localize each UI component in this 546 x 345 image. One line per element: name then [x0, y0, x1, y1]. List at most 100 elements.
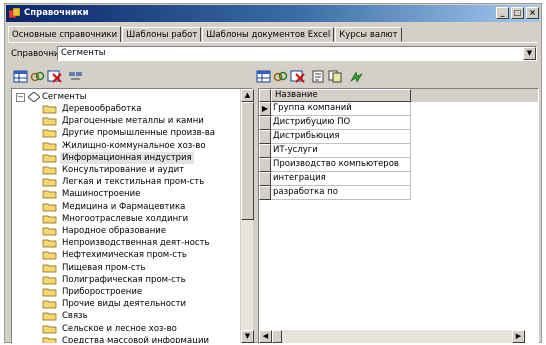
- link-icon[interactable]: [30, 70, 45, 83]
- tree-item[interactable]: Сельское и лесное хоз-во: [42, 323, 242, 335]
- grid-icon[interactable]: [13, 70, 28, 83]
- tree-item[interactable]: Консультирование и аудит: [42, 164, 242, 176]
- grid-icon[interactable]: [256, 70, 271, 83]
- delete-icon[interactable]: [47, 70, 62, 83]
- table-row[interactable]: Дистрибуцию ПО: [259, 116, 538, 130]
- maximize-button[interactable]: □: [511, 7, 524, 19]
- folder-icon: [42, 105, 57, 114]
- header-indicator: [259, 89, 271, 102]
- grid-header: Название: [259, 89, 538, 102]
- table-cell[interactable]: интеграция: [271, 172, 411, 186]
- tree-item[interactable]: Драгоценные металлы и камни: [42, 115, 242, 127]
- folder-icon: [42, 154, 57, 163]
- tree-item-label: Деревообработка: [62, 104, 142, 114]
- scroll-down-button[interactable]: ▼: [241, 330, 254, 343]
- table-row[interactable]: Производство компьютеров: [259, 158, 538, 172]
- folder-icon: [42, 215, 57, 224]
- folder-icon: [42, 191, 57, 199]
- table-row[interactable]: интеграция: [259, 172, 538, 186]
- chevron-down-icon[interactable]: ▼: [523, 47, 536, 60]
- tree-item[interactable]: Другие промышленные произв-ва: [42, 127, 242, 139]
- folder-icon: [42, 313, 57, 321]
- tree-root[interactable]: − Сегменты: [16, 91, 236, 103]
- tree-item[interactable]: Пищевая пром-сть: [42, 262, 242, 274]
- table-cell[interactable]: ИТ-услуги: [271, 144, 411, 158]
- hscroll-thumb[interactable]: [272, 330, 282, 343]
- row-indicator: [259, 144, 271, 158]
- table-row[interactable]: разработка по: [259, 186, 538, 200]
- copy-icon[interactable]: [328, 70, 343, 83]
- folder-icon: [42, 117, 57, 126]
- tree-scrollbar[interactable]: ▲ ▼: [240, 89, 254, 343]
- tree-item[interactable]: Жилищно-коммунальное хоз-во: [42, 140, 242, 152]
- folder-icon: [42, 288, 57, 297]
- folder-icon: [42, 166, 57, 175]
- scroll-right-button[interactable]: ▶: [512, 330, 525, 343]
- folder-icon: [42, 203, 57, 211]
- tree-item[interactable]: Связь: [42, 310, 242, 322]
- scroll-thumb[interactable]: [241, 102, 254, 220]
- tree-item[interactable]: Деревообработка: [42, 103, 242, 115]
- tree-item-label: Драгоценные металлы и камни: [62, 116, 204, 127]
- tree-item-label: Связь: [62, 311, 88, 322]
- reference-books-window: Справочники _ □ × Основные справочники Ша…: [4, 3, 542, 344]
- window-title: Справочники: [24, 8, 89, 18]
- tab-bar: Основные справочники Шаблоны работ Шаблоны…: [8, 25, 403, 43]
- tree-item-label: Приборостроение: [62, 287, 143, 297]
- tree-item[interactable]: Прочие виды деятельности: [42, 298, 242, 310]
- title-bar[interactable]: Справочники _ □ ×: [6, 5, 540, 22]
- tree-item[interactable]: Приборостроение: [42, 286, 242, 298]
- table-cell[interactable]: Производство компьютеров: [271, 158, 411, 172]
- tree-item-label: Нефтехимическая пром-сть: [62, 250, 187, 261]
- folder-icon: [42, 300, 57, 309]
- folder-icon: [42, 142, 57, 150]
- tab-excel-templates[interactable]: Шаблоны документов Excel: [202, 27, 335, 42]
- table-cell[interactable]: Дистрибуцию ПО: [271, 116, 411, 130]
- table-row[interactable]: Дистрибьюция: [259, 130, 538, 144]
- table-cell[interactable]: разработка по: [271, 186, 411, 200]
- table-cell[interactable]: Группа компаний: [271, 102, 411, 116]
- tab-currency-rates[interactable]: Курсы валют: [335, 27, 402, 42]
- tree-item[interactable]: Народное образование: [42, 225, 242, 237]
- names-grid[interactable]: Название ▶ Группа компаний Дистрибуцию ПО Д…: [258, 88, 539, 344]
- grid-hscrollbar[interactable]: ◀ ▶: [259, 330, 525, 343]
- edit-icon[interactable]: [311, 70, 326, 83]
- tree-item[interactable]: Непроизводственная деят-ность: [42, 237, 242, 249]
- tree-item-label: Многоотраслевые холдинги: [62, 213, 189, 224]
- table-row[interactable]: ▶ Группа компаний: [259, 102, 538, 116]
- tree-item[interactable]: Многоотраслевые холдинги: [42, 213, 242, 225]
- tree-item[interactable]: Медицина и Фармацевтика: [42, 201, 242, 213]
- link-icon[interactable]: [273, 70, 288, 83]
- segments-tree[interactable]: − Сегменты Деревообработка Драгоценные ме…: [11, 88, 253, 344]
- tab-main-references[interactable]: Основные справочники: [8, 26, 122, 43]
- folder-icon: [42, 276, 57, 285]
- tree-item[interactable]: Информационная индустрия: [42, 151, 242, 164]
- tab-work-templates[interactable]: Шаблоны работ: [122, 27, 202, 42]
- tree-item-label: Народное образование: [62, 226, 167, 236]
- tree-item-label: Жилищно-коммунальное хоз-во: [62, 140, 206, 151]
- tree-item-label: Другие промышленные произв-ва: [62, 128, 215, 139]
- tree-item-label: Пищевая пром-сть: [62, 262, 146, 273]
- row-indicator: [259, 186, 271, 200]
- scroll-left-button[interactable]: ◀: [259, 330, 272, 343]
- delete-icon[interactable]: [290, 70, 305, 83]
- tree-item[interactable]: Легкая и текстильная пром-сть: [42, 176, 242, 188]
- column-header-name[interactable]: Название: [271, 89, 411, 102]
- refresh-icon[interactable]: [349, 70, 364, 83]
- minimize-button[interactable]: _: [496, 7, 509, 19]
- tree-item-label: Непроизводственная деят-ность: [62, 238, 210, 249]
- table-cell[interactable]: Дистрибьюция: [271, 130, 411, 144]
- table-row[interactable]: ИТ-услуги: [259, 144, 538, 158]
- tree-item[interactable]: Средства массовой информации: [42, 335, 242, 343]
- folder-icon: [42, 239, 57, 248]
- tree-item[interactable]: Полиграфическая пром-сть: [42, 274, 242, 286]
- find-icon[interactable]: [68, 70, 83, 83]
- reference-select[interactable]: Сегменты ▼: [57, 46, 537, 61]
- collapse-icon[interactable]: −: [16, 93, 25, 102]
- tree-item[interactable]: Машиностроение: [42, 188, 242, 200]
- scroll-up-button[interactable]: ▲: [241, 89, 254, 102]
- close-button[interactable]: ×: [526, 7, 539, 19]
- folder-icon: [42, 130, 57, 138]
- tree-item-label: Полиграфическая пром-сть: [62, 274, 186, 285]
- tree-item[interactable]: Нефтехимическая пром-сть: [42, 249, 242, 261]
